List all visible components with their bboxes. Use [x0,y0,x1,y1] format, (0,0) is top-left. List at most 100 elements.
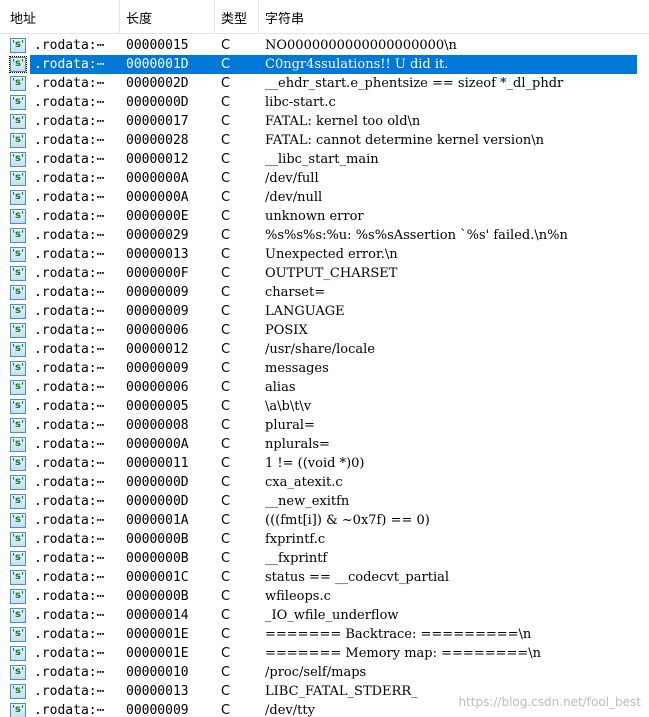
string-cell: 1 != ((void *)0) [265,456,365,471]
string-row[interactable]: 's' .rodata:⋯ 0000000B Cwfileops.c [0,587,649,606]
address-cell: .rodata:⋯ [34,627,105,642]
address-cell: .rodata:⋯ [34,380,105,395]
string-cell: %s%s%s:%u: %s%sAssertion `%s' failed.\n%… [265,228,568,243]
address-cell: .rodata:⋯ [34,608,105,623]
string-cell: __fxprintf [265,551,328,566]
string-row[interactable]: 's' .rodata:⋯ 00000013 C Unexpected error.\n [0,245,649,264]
string-row[interactable]: 's' .rodata:⋯ 00000014 C _IO_wfile_underflow [0,606,649,625]
string-row[interactable]: 's' .rodata:⋯ 0000001A C (((fmt[i]) & ~0x7f)… [0,511,649,530]
string-s-icon: 's' [10,437,26,452]
string-row[interactable]: 's' .rodata:⋯ 00000015 C NO00000000000000000… [0,36,649,55]
string-row[interactable]: 's' .rodata:⋯ 0000000F C OUTPUT_CHARSET [0,264,649,283]
type-cell: C [221,627,231,642]
string-row[interactable]: 's' .rodata:⋯ 00000008 Cplural= [0,416,649,435]
string-row[interactable]: 's' .rodata:⋯ 00000009 Ccharset= [0,283,649,302]
length-cell: 00000005 [126,399,189,414]
column-header-length[interactable]: 长度 [120,0,215,33]
type-cell: C [221,171,231,186]
address-cell: .rodata:⋯ [34,570,105,585]
address-cell: .rodata:⋯ [34,513,105,528]
type-cell: C [221,589,231,604]
length-cell: 00000009 [126,361,189,376]
type-cell: C [221,285,231,300]
string-s-icon: 's' [10,399,26,414]
string-row[interactable]: 's' .rodata:⋯ 0000000A Cnplurals= [0,435,649,454]
string-s-icon: 's' [10,171,26,186]
string-cell: C0ngr4ssulations!! U did it. [265,57,449,72]
string-cell: ======= Memory map: ========\n [265,646,542,661]
string-cell: /dev/full [265,171,319,186]
string-row[interactable]: 's' .rodata:⋯ 0000000A C/dev/full [0,169,649,188]
type-cell: C [221,323,231,338]
strings-window: 地址 长度 类型 字符串 's' .rodata:⋯ 00000015 C NO0000… [0,0,649,717]
string-row[interactable]: 's' .rodata:⋯ 0000000B C __fxprintf [0,549,649,568]
string-row[interactable]: 's' .rodata:⋯ 00000006 Calias [0,378,649,397]
string-row[interactable]: 's' .rodata:⋯ 00000017 C FATAL: kernel too o… [0,112,649,131]
address-cell: .rodata:⋯ [34,323,105,338]
string-cell: cxa_atexit.c [265,475,343,490]
address-cell: .rodata:⋯ [34,589,105,604]
length-cell: 00000017 [126,114,189,129]
string-s-icon: 's' [10,494,26,509]
string-s-icon: 's' [10,361,26,376]
type-cell: C [221,456,231,471]
type-cell: C [221,114,231,129]
string-row[interactable]: 's' .rodata:⋯ 00000029 C %s%s%s:%u: %s%sAsse… [0,226,649,245]
length-cell: 0000001C [126,570,189,585]
string-row[interactable]: 's' .rodata:⋯ 0000001C Cstatus == __codecvt… [0,568,649,587]
string-row[interactable]: 's' .rodata:⋯ 0000000B Cfxprintf.c [0,530,649,549]
string-row[interactable]: 's' .rodata:⋯ 00000010 C/proc/self/maps [0,663,649,682]
string-row[interactable]: 's' .rodata:⋯ 0000000D C __new_exitfn [0,492,649,511]
string-s-icon: 's' [10,133,26,148]
address-cell: .rodata:⋯ [34,437,105,452]
string-row[interactable]: 's' .rodata:⋯ 00000012 C/usr/share/locale [0,340,649,359]
string-row[interactable]: 's' .rodata:⋯ 00000012 C __libc_start_main [0,150,649,169]
string-row[interactable]: 's' .rodata:⋯ 0000002D C __ehdr_start.e_phen… [0,74,649,93]
string-row[interactable]: 's' .rodata:⋯ 0000001E C ======= Backtrace: … [0,625,649,644]
length-cell: 00000006 [126,323,189,338]
string-s-icon: 's' [10,152,26,167]
length-cell: 0000000E [126,209,189,224]
length-cell: 00000014 [126,608,189,623]
string-row[interactable]: 's' .rodata:⋯ 00000028 C FATAL: cannot deter… [0,131,649,150]
string-cell: __new_exitfn [265,494,350,509]
string-cell: /usr/share/locale [265,342,375,357]
string-s-icon: 's' [10,342,26,357]
string-row[interactable]: 's' .rodata:⋯ 00000011 C 1 != ((void *)0) [0,454,649,473]
string-row[interactable]: 's' .rodata:⋯ 0000000D Ccxa_atexit.c [0,473,649,492]
string-row[interactable]: 's' .rodata:⋯ 0000000A C/dev/null [0,188,649,207]
type-cell: C [221,228,231,243]
length-cell: 00000012 [126,152,189,167]
string-row[interactable]: 's' .rodata:⋯ 0000000D Clibc-start.c [0,93,649,112]
string-s-icon: 's' [10,627,26,642]
string-s-icon: 's' [10,76,26,91]
length-cell: 0000000F [126,266,189,281]
column-header-type[interactable]: 类型 [215,0,259,33]
column-header-string[interactable]: 字符串 [259,0,649,33]
length-cell: 00000009 [126,304,189,319]
type-cell: C [221,570,231,585]
string-row[interactable]: 's' .rodata:⋯ 0000001E C ======= Memory map:… [0,644,649,663]
string-s-icon: 's' [9,56,27,73]
type-cell: C [221,684,231,699]
string-row[interactable]: 's' .rodata:⋯ 00000009 C LANGUAGE [0,302,649,321]
length-cell: 0000000B [126,589,189,604]
string-cell: unknown error [265,209,364,224]
string-row[interactable]: 's' .rodata:⋯ 0000000E Cunknown error [0,207,649,226]
string-cell: nplurals= [265,437,330,452]
string-cell: /dev/null [265,190,323,205]
length-cell: 0000001E [126,646,189,661]
string-row[interactable]: 's' .rodata:⋯ 00000005 C \a\b\t\v [0,397,649,416]
address-cell: .rodata:⋯ [34,76,105,91]
string-row[interactable]: 's' .rodata:⋯ 0000001D C C0ngr4ssulations!! … [0,55,649,74]
column-header-address[interactable]: 地址 [0,0,120,33]
string-row[interactable]: 's' .rodata:⋯ 00000006 C POSIX [0,321,649,340]
address-cell: .rodata:⋯ [34,38,105,53]
string-cell: libc-start.c [265,95,336,110]
string-cell: __libc_start_main [265,152,379,167]
string-row[interactable]: 's' .rodata:⋯ 00000009 Cmessages [0,359,649,378]
string-cell: Unexpected error.\n [265,247,398,262]
type-cell: C [221,494,231,509]
string-s-icon: 's' [10,38,26,53]
type-cell: C [221,247,231,262]
